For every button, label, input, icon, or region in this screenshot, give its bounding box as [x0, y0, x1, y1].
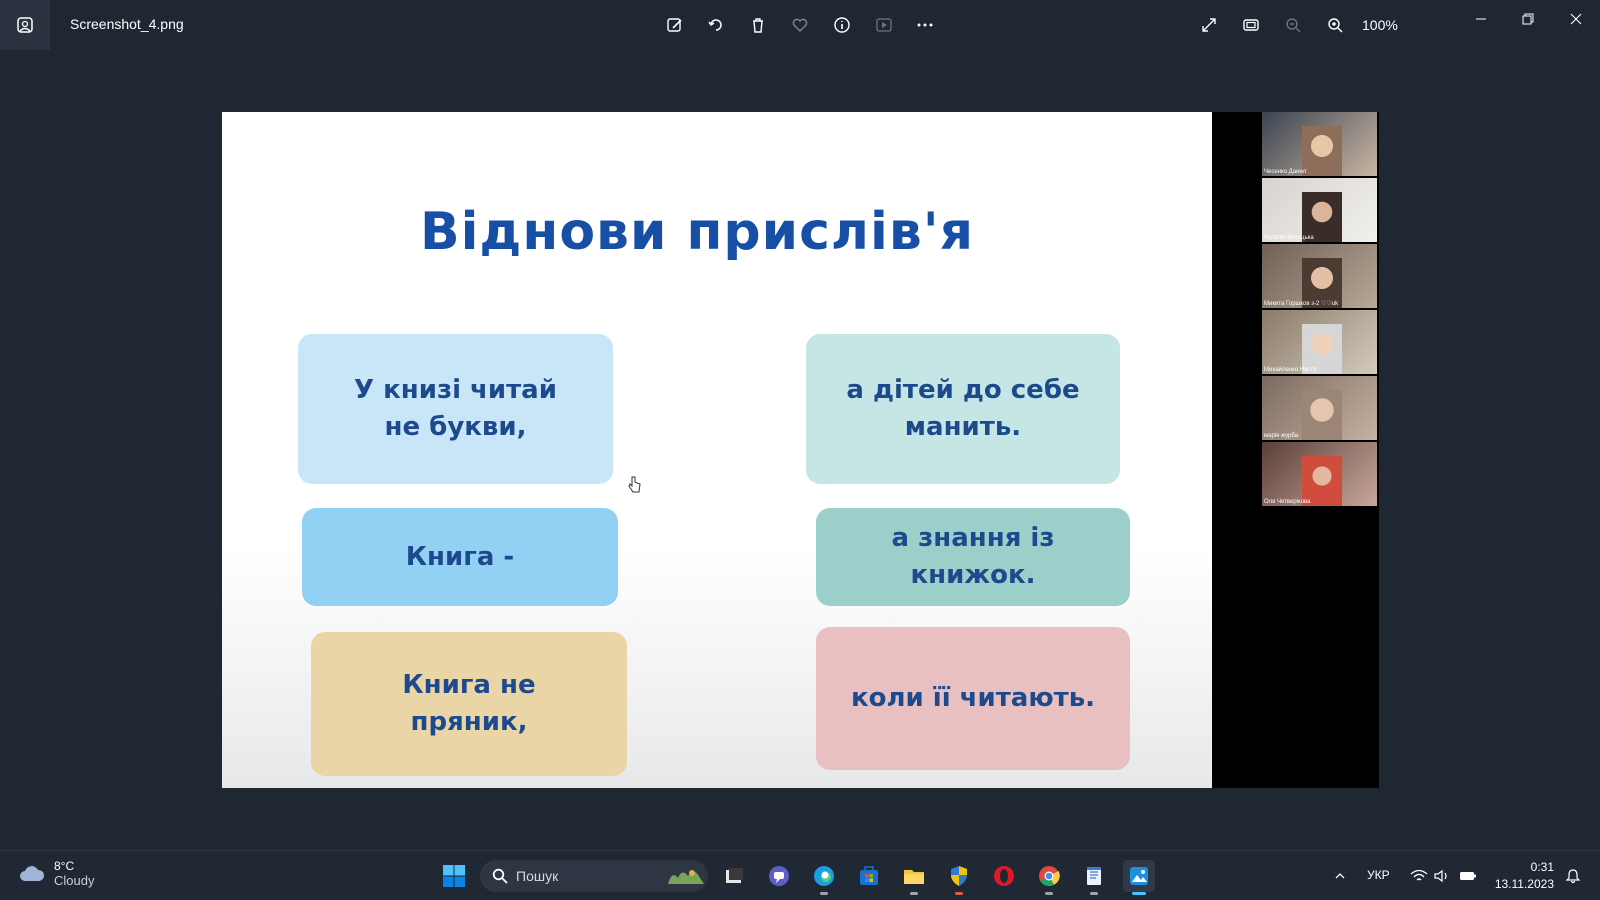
zoom-out-icon[interactable]	[1280, 12, 1306, 38]
proverb-card: коли її читають.	[816, 627, 1130, 770]
edit-image-icon[interactable]	[662, 12, 688, 38]
slide-title: Віднови прислів'я	[419, 202, 975, 262]
fullscreen-icon[interactable]	[1196, 12, 1222, 38]
battery-icon[interactable]	[1458, 866, 1478, 886]
restore-icon[interactable]	[1510, 6, 1546, 32]
participant-tile[interactable]: марія журба	[1262, 376, 1377, 440]
proverb-card: Книга -	[302, 508, 618, 606]
weather-widget[interactable]: 8°C Cloudy	[18, 859, 94, 888]
opera-icon[interactable]	[988, 860, 1020, 892]
close-icon[interactable]	[1558, 6, 1594, 32]
zoom-level[interactable]: 100%	[1362, 17, 1398, 33]
clock-date: 13.11.2023	[1494, 877, 1554, 891]
rotate-icon[interactable]	[703, 12, 729, 38]
proverb-card: У книзі читай не букви,	[298, 334, 613, 484]
wifi-icon[interactable]	[1409, 866, 1429, 886]
running-indicator	[1132, 892, 1146, 895]
temperature: 8°C	[54, 859, 75, 873]
participant-video	[1302, 126, 1342, 176]
participant-name: Михайленко Настя	[1264, 367, 1317, 373]
more-options-icon[interactable]	[912, 12, 938, 38]
system-clock[interactable]: 0:31 13.11.2023	[1490, 859, 1554, 893]
clock-time: 0:31	[1530, 860, 1554, 874]
photos-taskbar-icon[interactable]	[1123, 860, 1155, 895]
taskbar-search[interactable]	[480, 860, 708, 892]
zoom-in-icon[interactable]	[1322, 12, 1348, 38]
security-shield-icon[interactable]	[943, 860, 975, 895]
participant-name: Оля Четверікова	[1264, 499, 1311, 505]
participant-tile[interactable]: Наталія Весоцька	[1262, 178, 1377, 242]
participant-name: Микита Горшков з-2 ♡♡uk	[1264, 301, 1339, 307]
store-icon[interactable]	[853, 860, 885, 892]
running-indicator	[820, 892, 828, 895]
participant-tile[interactable]: Михайленко Настя	[1262, 310, 1377, 374]
volume-icon[interactable]	[1432, 866, 1452, 886]
participant-tile[interactable]: Чесенко Данил	[1262, 112, 1377, 176]
favorite-icon[interactable]	[787, 12, 813, 38]
cloud-icon	[20, 865, 45, 881]
taskbar: 8°C Cloudy УКР 0:31 13.11.2023	[0, 850, 1600, 900]
show-hidden-icons-chevron-icon[interactable]	[1330, 866, 1350, 886]
proverb-card: Книга не пряник,	[311, 632, 627, 776]
participant-list: Чесенко Данил Наталія Весоцька Микита Го…	[1262, 112, 1377, 508]
proverb-card: а дітей до себе манить.	[806, 334, 1120, 484]
running-indicator	[955, 892, 963, 895]
notification-bell-icon[interactable]	[1563, 866, 1583, 886]
hand-cursor-icon	[628, 476, 642, 499]
notepad-icon[interactable]	[1078, 860, 1110, 895]
participant-tile[interactable]: Оля Четверікова	[1262, 442, 1377, 506]
file-name: Screenshot_4.png	[70, 16, 184, 32]
running-indicator	[1090, 892, 1098, 895]
title-bar: Screenshot_4.png 100%	[0, 0, 1600, 50]
proverb-card: а знання із книжок.	[816, 508, 1130, 606]
slideshow-icon[interactable]	[871, 12, 897, 38]
delete-icon[interactable]	[745, 12, 771, 38]
weather-condition: Cloudy	[54, 873, 95, 888]
photos-app-icon[interactable]	[0, 0, 50, 50]
chrome-icon[interactable]	[1033, 860, 1065, 895]
participant-name: Чесенко Данил	[1264, 169, 1307, 175]
participant-tile[interactable]: Микита Горшков з-2 ♡♡uk	[1262, 244, 1377, 308]
search-icon	[492, 868, 508, 884]
search-input[interactable]	[516, 868, 656, 884]
fit-window-icon[interactable]	[1238, 12, 1264, 38]
task-view-icon[interactable]	[718, 860, 750, 892]
edge-icon[interactable]	[808, 860, 840, 895]
participant-name: Наталія Весоцька	[1264, 235, 1314, 241]
windows-icon	[443, 865, 465, 887]
participant-video	[1302, 390, 1342, 440]
input-language[interactable]: УКР	[1367, 868, 1390, 882]
presentation-slide: Віднови прислів'я У книзі читай не букви…	[222, 112, 1212, 788]
running-indicator	[1045, 892, 1053, 895]
running-indicator	[910, 892, 918, 895]
file-explorer-icon[interactable]	[898, 860, 930, 895]
search-highlight-icon	[668, 870, 704, 884]
start-button[interactable]	[438, 860, 470, 892]
minimize-icon[interactable]	[1463, 6, 1499, 32]
participant-name: марія журба	[1264, 433, 1299, 439]
teams-chat-icon[interactable]	[763, 860, 795, 892]
info-icon[interactable]	[829, 12, 855, 38]
